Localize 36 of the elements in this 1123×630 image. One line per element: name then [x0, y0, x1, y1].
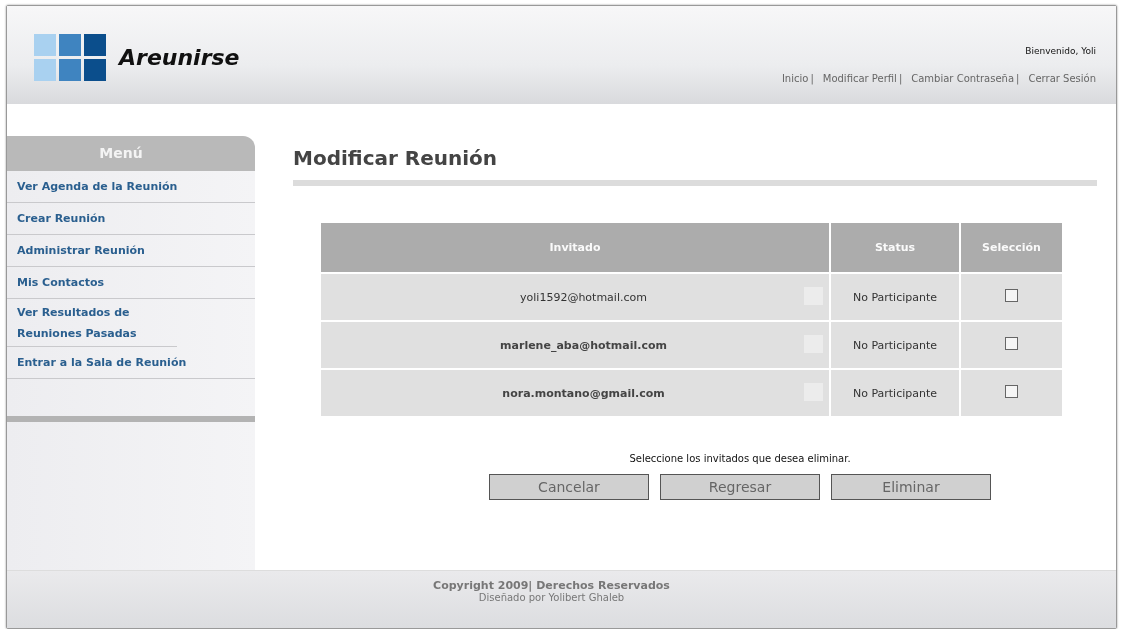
nav-link[interactable]: Modificar Perfil: [822, 73, 897, 84]
table-cell: nora.montano@gmail.com: [320, 369, 797, 417]
column-header: Status: [830, 223, 960, 273]
action-button[interactable]: Eliminar: [831, 474, 991, 500]
nav-separator: |: [898, 73, 903, 84]
action-button[interactable]: Regresar: [660, 474, 820, 500]
nav-separator: |: [810, 73, 814, 84]
copyright-text: Copyright 2009| Derechos Reservados: [433, 579, 670, 592]
table-cell: No Participante: [830, 321, 960, 369]
menu-item[interactable]: Administrar Reunión: [7, 235, 255, 267]
logo-grid-icon: [34, 34, 106, 81]
table-cell: yoli1592@hotmail.com: [320, 273, 797, 321]
nav-link[interactable]: Cerrar Sesión: [1028, 73, 1096, 84]
menu-item[interactable]: Mis Contactos: [7, 267, 255, 299]
menu-item[interactable]: Entrar a la Sala de Reunión: [7, 347, 255, 379]
menu-item[interactable]: Crear Reunión: [7, 203, 255, 235]
table-cell: marlene_aba@hotmail.com: [320, 321, 797, 369]
site-logo-text: Areunirse: [119, 45, 240, 70]
selection-checkbox[interactable]: [1005, 385, 1018, 398]
instruction-text: Seleccione los invitados que desea eliminar.: [628, 453, 852, 464]
nav-separator: |: [1016, 73, 1020, 84]
nav-link[interactable]: Cambiar Contraseña: [911, 73, 1015, 84]
action-button[interactable]: Cancelar: [489, 474, 649, 500]
menu-title: Menú: [7, 136, 255, 171]
selection-checkbox[interactable]: [1005, 337, 1018, 350]
selection-checkbox[interactable]: [1005, 289, 1018, 302]
credit-text: Diseñado por Yolibert Ghaleb: [478, 592, 625, 603]
column-header: Invitado: [320, 223, 830, 273]
table-cell: No Participante: [830, 369, 960, 417]
welcome-text: Bienvenido, Yoli: [1025, 46, 1096, 56]
nav-link[interactable]: Inicio: [781, 73, 809, 84]
menu-item[interactable]: Ver Resultados de Reuniones Pasadas: [7, 299, 177, 347]
column-header: Selección: [960, 223, 1063, 273]
page-title: Modificar Reunión: [293, 146, 499, 170]
table-cell: No Participante: [830, 273, 960, 321]
menu-item[interactable]: Ver Agenda de la Reunión: [7, 171, 255, 203]
